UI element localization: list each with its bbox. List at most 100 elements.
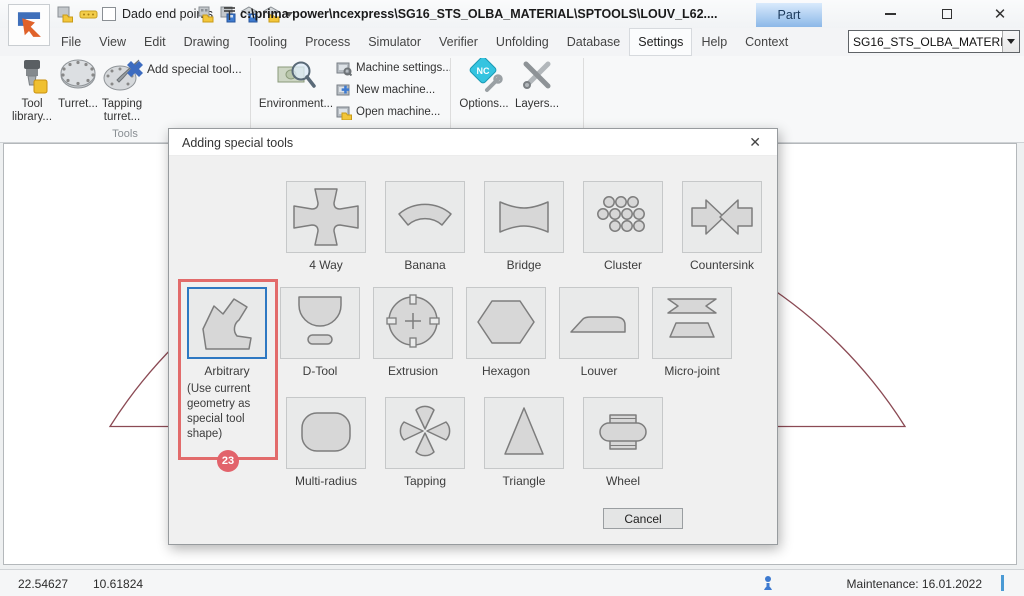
tile-label: Louver — [551, 364, 647, 378]
status-bar: 22.54627 10.61824 Maintenance: 16.01.202… — [0, 569, 1024, 596]
menu-file[interactable]: File — [52, 28, 90, 56]
menu-database[interactable]: Database — [558, 28, 630, 56]
tile-label: Bridge — [476, 258, 572, 272]
menu-edit[interactable]: Edit — [135, 28, 175, 56]
maximize-icon — [942, 9, 952, 19]
options-button[interactable]: NC Options... — [456, 58, 512, 111]
tool-tile-cluster[interactable] — [583, 181, 663, 253]
countersink-shape-icon — [686, 187, 758, 247]
tool-tile-bridge[interactable] — [484, 181, 564, 253]
tool-tile-extrusion[interactable] — [373, 287, 453, 359]
annotation-step-badge: 23 — [217, 450, 239, 472]
tile-label: Countersink — [674, 258, 770, 272]
menu-tooling[interactable]: Tooling — [238, 28, 296, 56]
material-dropdown-arrow[interactable] — [1002, 31, 1019, 52]
environment-label: Environment... — [256, 98, 336, 111]
tool-option-tapping: Tapping — [377, 397, 473, 488]
dialog-title: Adding special tools — [182, 136, 293, 150]
open-machine-label: Open machine... — [356, 106, 440, 118]
layers-button[interactable]: Layers... — [512, 58, 562, 111]
tile-label: Banana — [377, 258, 473, 272]
menu-process[interactable]: Process — [296, 28, 359, 56]
menu-view[interactable]: View — [90, 28, 135, 56]
special-tool-icon — [127, 61, 143, 77]
title-bar: Dado end points — [0, 0, 1024, 28]
tool-tile-hexagon[interactable] — [466, 287, 546, 359]
layers-icon — [512, 58, 562, 98]
arbitrary-note: (Use current geometry as special tool sh… — [187, 382, 271, 442]
tool-option-cluster: Cluster — [575, 181, 671, 272]
tool-tile-triangle[interactable] — [484, 397, 564, 469]
tile-label: Micro-joint — [644, 364, 740, 378]
turret-button[interactable]: Turret... — [56, 58, 100, 111]
menu-unfolding[interactable]: Unfolding — [487, 28, 558, 56]
sheet-open-icon — [197, 6, 215, 23]
environment-icon — [256, 58, 336, 98]
material-dropdown[interactable]: SG16_STS_OLBA_MATERIAL — [848, 30, 1020, 53]
tool-tile-dtool[interactable] — [280, 287, 360, 359]
open-part-button[interactable] — [197, 6, 215, 23]
tool-tile-countersink[interactable] — [682, 181, 762, 253]
tile-label: Extrusion — [365, 364, 461, 378]
options-icon: NC — [456, 58, 512, 98]
add-special-tool-button[interactable]: Add special tool... — [127, 61, 242, 77]
tool-tile-tapping[interactable] — [385, 397, 465, 469]
tool-tile-louver[interactable] — [559, 287, 639, 359]
part-tab[interactable]: Part — [756, 3, 822, 27]
tool-library-label: Tool library... — [8, 98, 56, 124]
ruler-icon — [79, 6, 98, 23]
tool-tile-banana[interactable] — [385, 181, 465, 253]
tapping-shape-icon — [389, 403, 461, 463]
new-part-button[interactable] — [56, 6, 74, 23]
tool-option-extrusion: Extrusion — [365, 287, 461, 378]
dado-end-points-checkbox[interactable] — [102, 7, 116, 21]
cluster-shape-icon — [587, 187, 659, 247]
dtool-shape-icon — [284, 293, 356, 353]
app-logo[interactable] — [8, 4, 50, 46]
tool-tile-wheel[interactable] — [583, 397, 663, 469]
turret-label: Turret... — [56, 98, 100, 111]
open-machine-icon — [336, 104, 352, 120]
menu-context[interactable]: Context — [736, 28, 797, 56]
4way-shape-icon — [290, 187, 362, 247]
tool-option-4way: 4 Way — [278, 181, 374, 272]
tool-library-icon — [8, 58, 56, 98]
tool-tile-multiradius[interactable] — [286, 397, 366, 469]
tool-tile-4way[interactable] — [286, 181, 366, 253]
menu-simulator[interactable]: Simulator — [359, 28, 430, 56]
tool-tile-microjoint[interactable] — [652, 287, 732, 359]
minimize-button[interactable] — [873, 4, 907, 24]
menu-verifier[interactable]: Verifier — [430, 28, 487, 56]
minimize-icon — [885, 13, 896, 15]
ribbon-separator — [583, 58, 584, 136]
maximize-button[interactable] — [930, 4, 964, 24]
arbitrary-shape-icon — [191, 293, 263, 353]
machine-settings-button[interactable]: Machine settings... — [336, 60, 452, 76]
dialog-close-button[interactable]: ✕ — [745, 134, 765, 151]
chevron-down-icon — [1007, 39, 1015, 44]
tool-tile-arbitrary[interactable] — [187, 287, 267, 359]
menu-drawing[interactable]: Drawing — [175, 28, 239, 56]
cancel-button[interactable]: Cancel — [603, 508, 683, 529]
tile-label: Arbitrary — [179, 364, 275, 378]
measure-button[interactable] — [79, 6, 98, 23]
open-machine-button[interactable]: Open machine... — [336, 104, 440, 120]
tile-label: Cluster — [575, 258, 671, 272]
status-caret — [1001, 575, 1004, 591]
environment-button[interactable]: Environment... — [256, 58, 336, 111]
new-machine-button[interactable]: New machine... — [336, 82, 435, 98]
tool-option-wheel: Wheel — [575, 397, 671, 488]
close-button[interactable]: ✕ — [983, 4, 1017, 24]
multiradius-shape-icon — [290, 403, 362, 463]
menu-settings[interactable]: Settings — [629, 28, 692, 56]
tapping-turret-label: Tapping turret... — [98, 98, 146, 124]
tool-option-multiradius: Multi-radius — [278, 397, 374, 488]
tile-label: 4 Way — [278, 258, 374, 272]
louver-shape-icon — [563, 293, 635, 353]
menu-help[interactable]: Help — [692, 28, 736, 56]
svg-text:NC: NC — [477, 66, 490, 76]
tile-label: Triangle — [476, 474, 572, 488]
status-indicator-icon — [762, 575, 774, 594]
tool-library-button[interactable]: Tool library... — [8, 58, 56, 124]
tool-option-dtool: D-Tool — [272, 287, 368, 378]
